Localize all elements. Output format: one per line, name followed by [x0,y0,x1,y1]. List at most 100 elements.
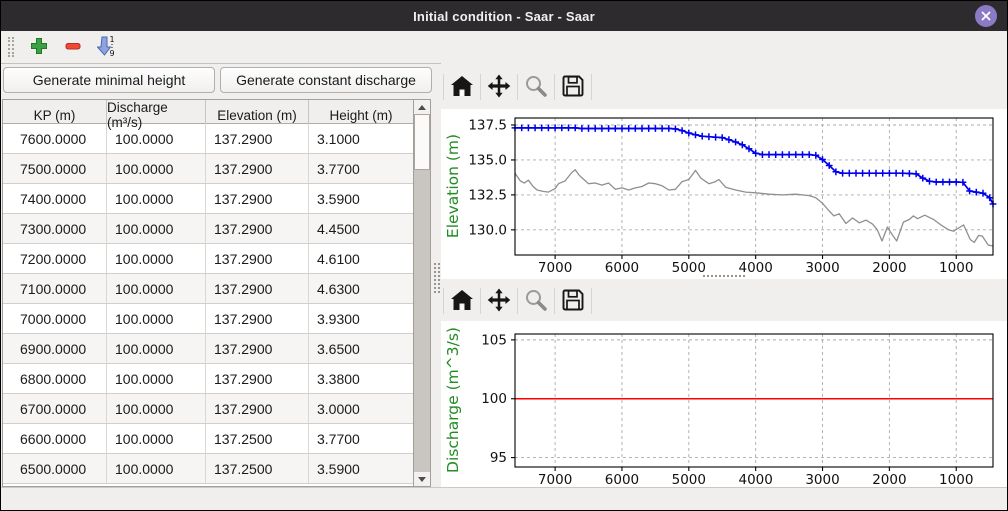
table-cell[interactable]: 137.2900 [206,274,309,303]
svg-text:6000: 6000 [605,260,639,276]
table-cell[interactable]: 7600.0000 [3,124,107,153]
table-row[interactable]: 7000.0000100.0000137.29003.9300 [3,304,413,334]
toolbar-separator [591,74,592,100]
elevation-figure: 7000600050004000300020001000137.5135.013… [441,109,1007,279]
table-row[interactable]: 7100.0000100.0000137.29004.6300 [3,274,413,304]
pan-button[interactable] [481,285,517,317]
table-cell[interactable]: 100.0000 [107,334,206,363]
table-cell[interactable]: 100.0000 [107,244,206,273]
svg-text:4000: 4000 [738,260,772,276]
table-cell[interactable]: 6900.0000 [3,334,107,363]
table-cell[interactable]: 137.2500 [206,424,309,453]
pan-button[interactable] [481,71,517,103]
table-row[interactable]: 6700.0000100.0000137.29003.0000 [3,394,413,424]
table-cell[interactable]: 137.2900 [206,214,309,243]
table-cell[interactable]: 137.2900 [206,244,309,273]
table-cell[interactable]: 100.0000 [107,274,206,303]
table-cell[interactable]: 100.0000 [107,394,206,423]
status-strip [1,487,1007,511]
table-row[interactable]: 6800.0000100.0000137.29003.3800 [3,364,413,394]
table-cell[interactable]: 4.6100 [309,244,413,273]
zoom-icon [523,287,549,316]
scrollbar-thumb[interactable] [414,114,430,170]
svg-text:9: 9 [109,49,114,57]
table-body: 7600.0000100.0000137.29003.10007500.0000… [3,124,413,487]
elevation-chart[interactable]: 7000600050004000300020001000137.5135.013… [441,109,1007,279]
toolbar-drag-handle[interactable] [8,37,14,57]
zoom-button[interactable] [518,285,554,317]
table-cell[interactable]: 4.6300 [309,274,413,303]
svg-text:5000: 5000 [672,472,706,488]
table-cell[interactable]: 137.2900 [206,154,309,183]
table-cell[interactable]: 100.0000 [107,364,206,393]
table-cell[interactable]: 100.0000 [107,454,206,483]
add-row-button[interactable] [24,33,54,61]
table-cell[interactable]: 137.2900 [206,124,309,153]
table-row[interactable]: 7600.0000100.0000137.29003.1000 [3,124,413,154]
table-cell[interactable]: 3.5900 [309,184,413,213]
table-cell[interactable]: 3.9300 [309,304,413,333]
table-row[interactable]: 6600.0000100.0000137.25003.7700 [3,424,413,454]
home-button[interactable] [444,71,480,103]
table-cell[interactable]: 6700.0000 [3,394,107,423]
close-button[interactable] [975,5,997,27]
table-cell[interactable]: 4.4500 [309,214,413,243]
discharge-chart[interactable]: 700060005000400030002000100010510095Disc… [441,321,1007,488]
panel-splitter[interactable] [432,63,441,487]
table-row[interactable]: 7300.0000100.0000137.29004.4500 [3,214,413,244]
table-cell[interactable]: 6600.0000 [3,424,107,453]
scroll-down-button[interactable] [414,472,430,486]
table-cell[interactable]: 100.0000 [107,154,206,183]
sort-ascending-button[interactable]: 1 9 [92,33,122,61]
table-cell[interactable]: 137.2500 [206,454,309,483]
titlebar[interactable]: Initial condition - Saar - Saar [1,1,1007,32]
table-cell[interactable]: 137.2900 [206,334,309,363]
table-cell[interactable]: 100.0000 [107,184,206,213]
triangle-up-icon [418,105,426,110]
table-cell[interactable]: 3.7700 [309,424,413,453]
table-cell[interactable]: 3.7700 [309,154,413,183]
table-cell[interactable]: 7500.0000 [3,154,107,183]
table-cell[interactable]: 137.2900 [206,184,309,213]
table-cell[interactable]: 100.0000 [107,424,206,453]
remove-row-button[interactable] [58,33,88,61]
table-cell[interactable]: 3.1000 [309,124,413,153]
table-cell[interactable]: 3.5900 [309,454,413,483]
table-cell[interactable]: 137.2900 [206,394,309,423]
horizontal-splitter-grip[interactable] [703,275,745,279]
table-cell[interactable]: 3.6500 [309,334,413,363]
table-cell[interactable]: 100.0000 [107,124,206,153]
table-row[interactable]: 7500.0000100.0000137.29003.7700 [3,154,413,184]
save-button[interactable] [555,71,591,103]
svg-text:6000: 6000 [605,472,639,488]
initial-condition-table: KP (m)Discharge (m³/s)Elevation (m)Heigh… [2,99,414,487]
home-button[interactable] [444,285,480,317]
generate-constant-discharge-button[interactable]: Generate constant discharge [220,67,432,93]
table-cell[interactable]: 6800.0000 [3,364,107,393]
table-row[interactable]: 6500.0000100.0000137.25003.5900 [3,454,413,484]
table-cell[interactable]: 137.2900 [206,364,309,393]
table-cell[interactable]: 3.0000 [309,394,413,423]
svg-text:95: 95 [490,450,507,466]
svg-text:4000: 4000 [738,472,772,488]
table-cell[interactable]: 7200.0000 [3,244,107,273]
table-vertical-scrollbar[interactable] [414,99,431,487]
table-row[interactable]: 7200.0000100.0000137.29004.6100 [3,244,413,274]
table-cell[interactable]: 7400.0000 [3,184,107,213]
table-cell[interactable]: 100.0000 [107,304,206,333]
save-button[interactable] [555,285,591,317]
generate-minimal-height-button[interactable]: Generate minimal height [3,67,215,93]
table-cell[interactable]: 137.2900 [206,304,309,333]
table-row[interactable]: 6900.0000100.0000137.29003.6500 [3,334,413,364]
table-cell[interactable]: 7300.0000 [3,214,107,243]
remove-icon [64,37,82,58]
scroll-up-button[interactable] [414,100,430,114]
table-row[interactable]: 7400.0000100.0000137.29003.5900 [3,184,413,214]
discharge-plot-toolbar [443,281,1003,321]
table-cell[interactable]: 100.0000 [107,214,206,243]
table-cell[interactable]: 7000.0000 [3,304,107,333]
table-cell[interactable]: 3.3800 [309,364,413,393]
table-cell[interactable]: 7100.0000 [3,274,107,303]
table-cell[interactable]: 6500.0000 [3,454,107,483]
zoom-button[interactable] [518,71,554,103]
